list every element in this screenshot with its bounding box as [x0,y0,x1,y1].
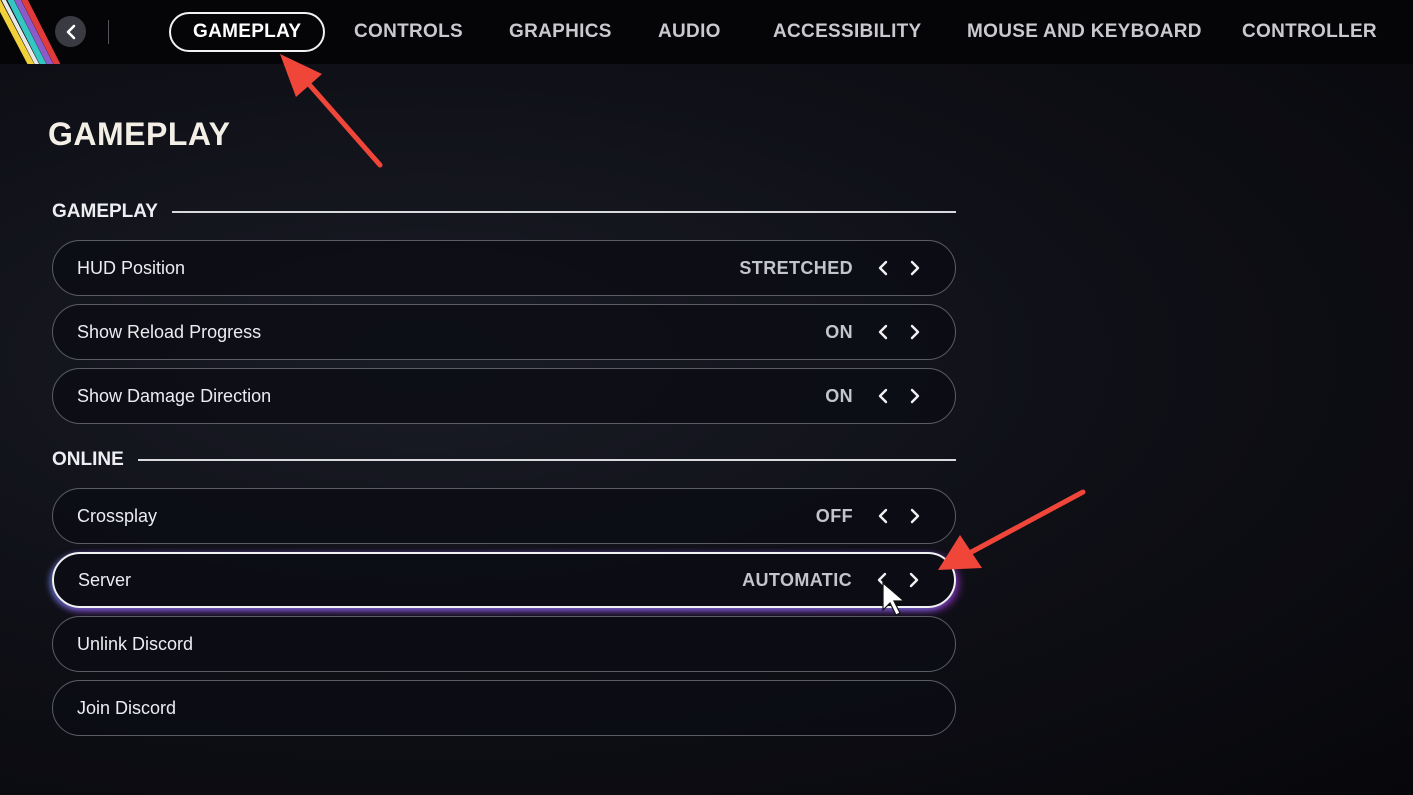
setting-value: OFF [815,505,853,526]
chevron-left-icon[interactable] [867,316,899,348]
chevron-right-icon[interactable] [899,316,931,348]
section-label: ONLINE [52,449,124,470]
red-arrow-icon [280,54,383,168]
setting-server[interactable]: Server AUTOMATIC [52,552,956,608]
chevron-right-icon[interactable] [898,564,930,596]
setting-label: Show Reload Progress [77,321,262,342]
red-arrow-icon [938,489,1086,570]
chevron-right-icon[interactable] [899,252,931,284]
setting-hud-position[interactable]: HUD Position STRETCHED [52,240,956,296]
chevron-right-icon[interactable] [899,380,931,412]
setting-show-damage-direction[interactable]: Show Damage Direction ON [52,368,956,424]
setting-value: ON [825,385,853,406]
section-divider [137,459,956,461]
setting-crossplay[interactable]: Crossplay OFF [52,488,956,544]
tab-controls[interactable]: CONTROLS [354,12,463,52]
back-button[interactable] [55,16,86,47]
tab-mouse-and-keyboard[interactable]: MOUSE AND KEYBOARD [967,12,1202,52]
tab-gameplay[interactable]: GAMEPLAY [169,12,326,52]
tab-graphics[interactable]: GRAPHICS [509,12,612,52]
setting-label: HUD Position [77,257,186,278]
setting-value: AUTOMATIC [742,569,852,590]
page-title: GAMEPLAY [48,116,231,152]
tab-accessibility[interactable]: ACCESSIBILITY [773,12,922,52]
setting-value: ON [825,321,853,342]
setting-label: Unlink Discord [77,633,194,654]
setting-label: Join Discord [77,697,177,718]
chevron-left-icon[interactable] [867,380,899,412]
setting-value: STRETCHED [739,257,853,278]
setting-unlink-discord[interactable]: Unlink Discord [52,616,956,672]
section-header-gameplay: GAMEPLAY [52,200,956,224]
setting-show-reload-progress[interactable]: Show Reload Progress ON [52,304,956,360]
chevron-left-icon[interactable] [866,564,898,596]
setting-label: Show Damage Direction [77,385,272,406]
nav-divider [108,20,109,44]
section-label: GAMEPLAY [52,201,158,222]
chevron-right-icon[interactable] [899,500,931,532]
chevron-left-icon[interactable] [867,500,899,532]
top-navigation-bar: GAMEPLAY CONTROLS GRAPHICS AUDIO ACCESSI… [0,0,1413,64]
section-divider [171,211,956,213]
setting-label: Crossplay [77,505,158,526]
setting-join-discord[interactable]: Join Discord [52,680,956,736]
tab-audio[interactable]: AUDIO [658,12,721,52]
chevron-left-icon[interactable] [867,252,899,284]
section-header-online: ONLINE [52,448,956,472]
setting-label: Server [78,569,132,590]
tab-controller[interactable]: CONTROLLER [1242,12,1377,52]
chevron-left-icon [66,24,75,39]
